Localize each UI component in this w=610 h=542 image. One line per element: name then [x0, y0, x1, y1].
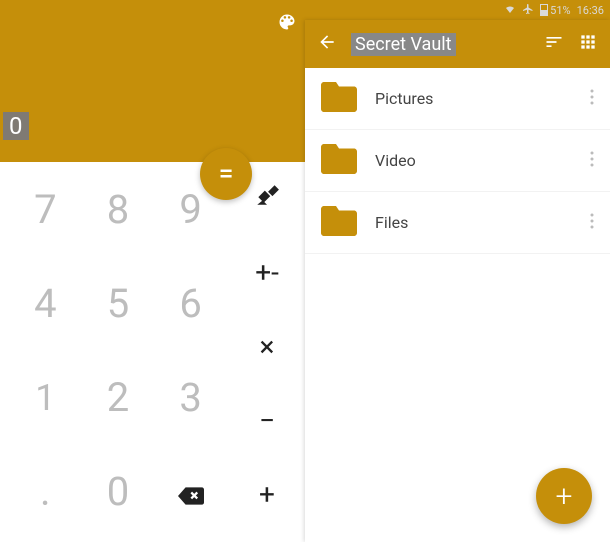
folder-icon	[321, 82, 357, 116]
key-8[interactable]: 8	[91, 188, 146, 232]
key-6[interactable]: 6	[163, 282, 218, 326]
more-vert-icon[interactable]	[590, 151, 594, 171]
calculator-body: 7 8 9 4 5 6 1 2 3 . 0 +- × − +	[0, 162, 305, 542]
sort-icon[interactable]	[544, 32, 564, 56]
op-plusminus[interactable]: +-	[255, 258, 279, 288]
operator-column: +- × − +	[247, 182, 287, 510]
add-fab[interactable]: +	[536, 468, 592, 524]
vault-toolbar: Secret Vault	[305, 20, 610, 68]
folder-icon	[321, 144, 357, 178]
airplane-icon	[522, 3, 534, 18]
key-0[interactable]: 0	[91, 470, 146, 514]
battery-icon	[540, 4, 548, 16]
key-3[interactable]: 3	[163, 376, 218, 420]
numeric-keypad: 7 8 9 4 5 6 1 2 3 . 0	[18, 188, 218, 514]
key-7[interactable]: 7	[18, 188, 73, 232]
more-vert-icon[interactable]	[590, 213, 594, 233]
folder-list: Pictures Video Files	[305, 68, 610, 254]
vault-panel: Secret Vault Pictures Video	[305, 20, 610, 542]
op-plus[interactable]: +	[259, 480, 275, 510]
key-1[interactable]: 1	[18, 376, 73, 420]
calculator-panel: 0 = 7 8 9 4 5 6 1 2 3 . 0 +- × − +	[0, 0, 305, 542]
folder-row[interactable]: Video	[305, 130, 610, 192]
folder-icon	[321, 206, 357, 240]
key-dot[interactable]: .	[18, 470, 73, 514]
key-2[interactable]: 2	[91, 376, 146, 420]
op-minus[interactable]: −	[259, 406, 275, 436]
key-4[interactable]: 4	[18, 282, 73, 326]
wifi-icon	[504, 3, 516, 18]
equals-button[interactable]: =	[200, 148, 252, 200]
folder-label: Pictures	[375, 89, 572, 108]
key-5[interactable]: 5	[91, 282, 146, 326]
folder-label: Files	[375, 213, 572, 232]
folder-row[interactable]: Files	[305, 192, 610, 254]
palette-icon[interactable]	[277, 12, 297, 36]
battery-indicator: 51%	[540, 4, 570, 17]
vault-title: Secret Vault	[351, 33, 456, 56]
clock-time: 16:36	[577, 4, 604, 17]
battery-pct: 51%	[550, 4, 570, 17]
folder-row[interactable]: Pictures	[305, 68, 610, 130]
op-multiply[interactable]: ×	[260, 332, 275, 362]
folder-label: Video	[375, 151, 572, 170]
back-icon[interactable]	[317, 32, 337, 56]
more-vert-icon[interactable]	[590, 89, 594, 109]
clear-icon[interactable]	[254, 182, 280, 214]
backspace-icon[interactable]	[163, 470, 218, 514]
grid-view-icon[interactable]	[578, 32, 598, 56]
calculator-display-area: 0	[0, 0, 305, 162]
calculator-display: 0	[3, 112, 29, 140]
